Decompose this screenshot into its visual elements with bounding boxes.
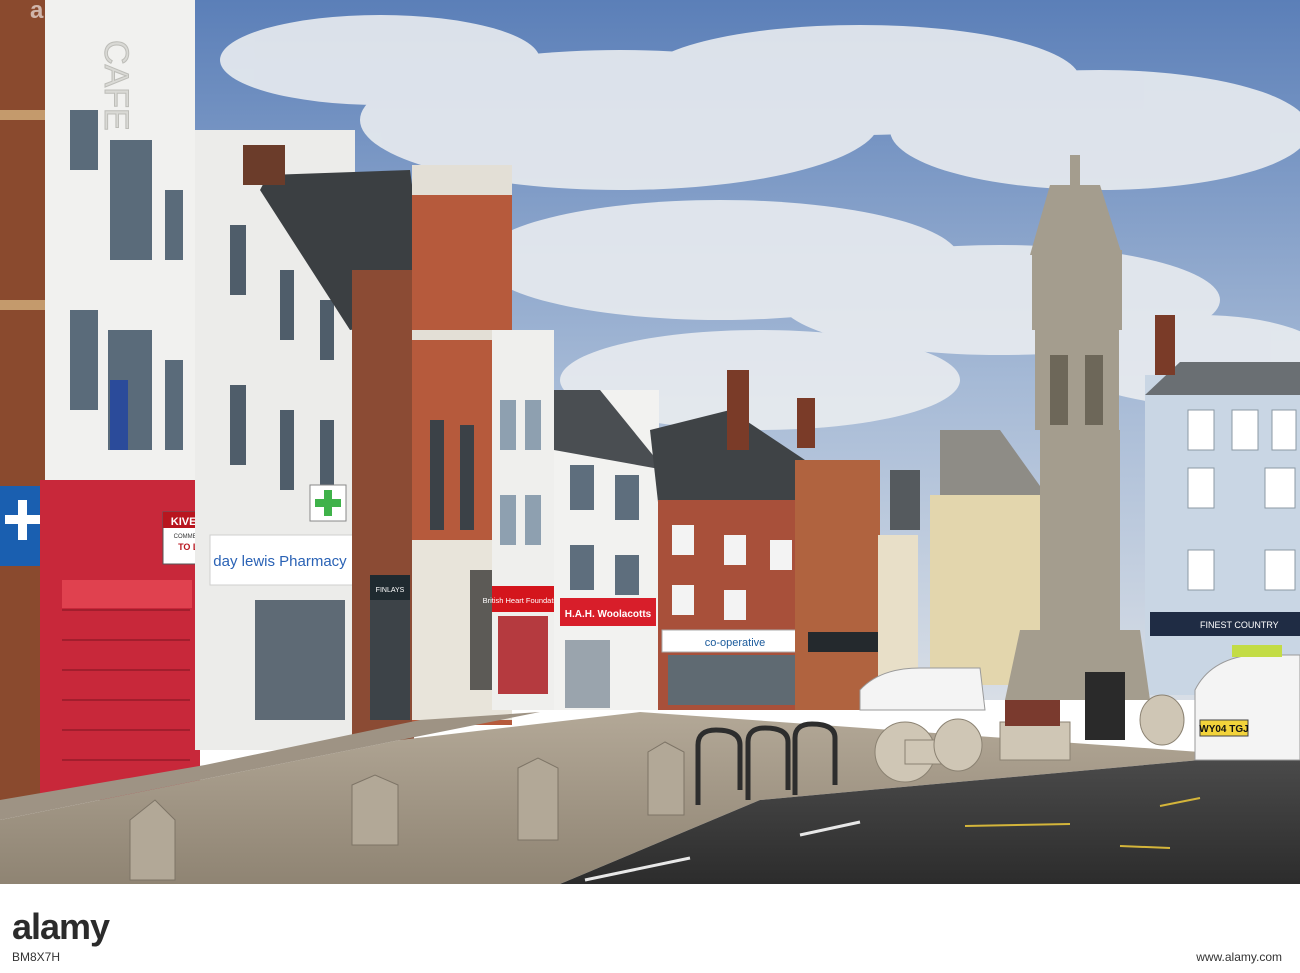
alamy-logo: alamy	[12, 906, 110, 947]
british-heart-foundation-sign: British Heart Foundation	[483, 596, 564, 605]
pharmacy-sign: day lewis Pharmacy	[213, 553, 347, 570]
flower-bed	[1005, 700, 1060, 726]
chimney	[243, 145, 285, 185]
cafe-sign: CAFE	[97, 40, 135, 131]
brick-building-middle	[795, 460, 880, 710]
stock-footer: alamy BM8X7H www.alamy.com	[0, 884, 1300, 973]
bin	[1085, 672, 1125, 740]
finlays-sign: FINLAYS	[376, 587, 405, 594]
watermark-brand: a	[30, 0, 44, 24]
image-id: BM8X7H	[12, 950, 61, 964]
finest-country-sign: FINEST COUNTRY	[1200, 620, 1279, 630]
taxi-plate: WY04 TGJ	[1199, 724, 1248, 735]
woolacotts-sign: H.A.H. Woolacotts	[565, 609, 652, 620]
coop-sign: co-operative	[705, 637, 766, 649]
street-scene-photo: CAFE KIVELLS COMMERCIAL TO LET day lewis…	[0, 0, 1300, 884]
site-url[interactable]: www.alamy.com	[1196, 950, 1282, 964]
